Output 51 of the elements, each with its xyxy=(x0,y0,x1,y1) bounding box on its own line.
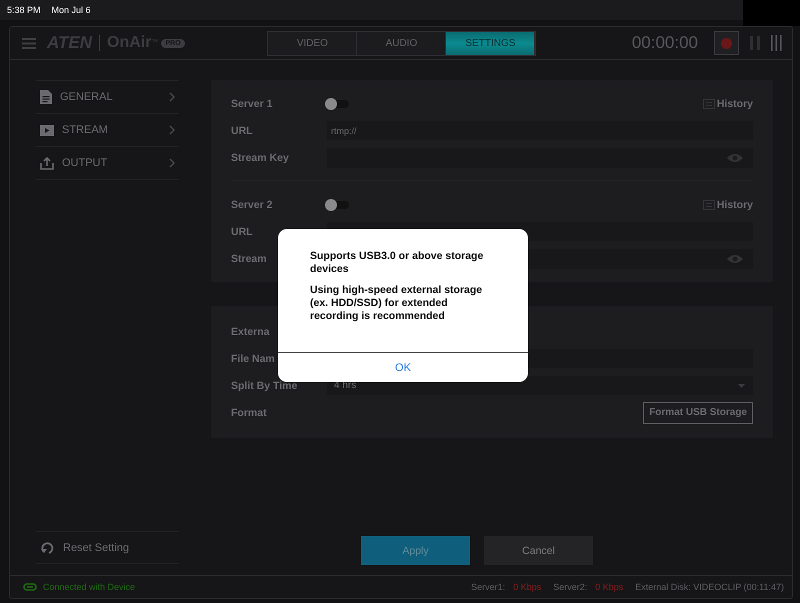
sidebar-item[interactable]: GENERAL xyxy=(36,81,179,114)
stream-key-field[interactable] xyxy=(327,148,753,168)
chevron-icon xyxy=(169,125,175,135)
server-toggle[interactable] xyxy=(327,200,349,208)
bars-icon[interactable] xyxy=(771,35,782,51)
server-label: Server 2 xyxy=(231,198,274,210)
ok-button[interactable]: OK xyxy=(278,352,528,382)
server-stat-value: 0 Kbps xyxy=(595,582,624,592)
record-button[interactable] xyxy=(714,31,739,55)
disk-status: External Disk: VIDEOCLIP (00:11:47) xyxy=(635,582,784,592)
stream-key-label: Stream Key xyxy=(231,152,290,164)
play-icon xyxy=(40,124,54,136)
link-icon xyxy=(23,583,37,591)
url-label: URL xyxy=(231,124,254,136)
chevron-icon xyxy=(169,92,175,102)
upload-icon xyxy=(40,156,54,170)
sidebar-item[interactable]: STREAM xyxy=(36,114,179,147)
corner-panel xyxy=(743,0,800,26)
status-time: 5:38 PM xyxy=(7,5,41,15)
split-label: Split By Time xyxy=(231,380,298,392)
document-icon xyxy=(40,90,52,104)
apply-button[interactable]: Apply xyxy=(361,536,470,565)
history-button[interactable]: History xyxy=(702,198,753,210)
reset-setting-button[interactable]: Reset Setting xyxy=(36,531,179,564)
server-label: Server 1 xyxy=(231,98,274,110)
eye-icon[interactable] xyxy=(727,152,743,162)
chevron-icon xyxy=(169,158,175,168)
section-title: Externa xyxy=(231,326,271,338)
eye-icon[interactable] xyxy=(727,254,743,264)
reset-icon xyxy=(41,542,55,554)
tab[interactable]: SETTINGS xyxy=(446,32,536,54)
timer: 00:00:00 xyxy=(632,33,698,53)
server-stat-value: 0 Kbps xyxy=(513,582,542,592)
dialog-message: Using high-speed external storage (ex. HDD/SSD) for extended recording is recommended xyxy=(310,284,484,323)
server-stat-label: Server2: xyxy=(553,582,588,592)
dialog-title: Supports USB3.0 or above storage devices xyxy=(310,250,484,276)
pause-icon[interactable] xyxy=(749,36,761,50)
menu-icon[interactable] xyxy=(22,38,36,48)
server-toggle[interactable] xyxy=(327,100,349,108)
history-button[interactable]: History xyxy=(702,98,753,110)
server-stat-label: Server1: xyxy=(471,582,506,592)
url-label: URL xyxy=(231,226,254,238)
file-name-label: File Nam xyxy=(231,352,276,364)
sidebar-item[interactable]: OUTPUT xyxy=(36,147,179,180)
connection-status: Connected with Device xyxy=(43,582,136,592)
format-button[interactable]: Format USB Storage xyxy=(643,402,753,424)
status-date: Mon Jul 6 xyxy=(52,5,91,15)
format-label: Format xyxy=(231,406,268,418)
cancel-button[interactable]: Cancel xyxy=(484,536,593,565)
url-field[interactable]: rtmp:// xyxy=(327,121,753,140)
caret-icon xyxy=(738,384,745,388)
